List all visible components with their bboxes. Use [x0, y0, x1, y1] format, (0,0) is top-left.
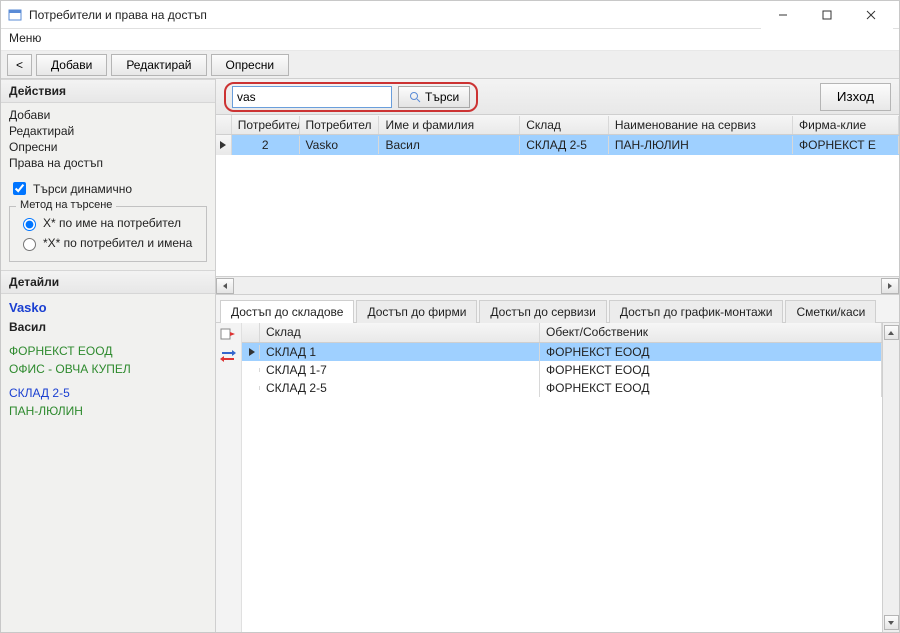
action-rights[interactable]: Права на достъп: [9, 155, 207, 171]
horizontal-scrollbar[interactable]: [216, 276, 899, 294]
detail-office: ОФИС - ОВЧА КУПЕЛ: [9, 360, 207, 378]
row-pointer-icon: [216, 135, 232, 155]
tab-schedule[interactable]: Достъп до график-монтажи: [609, 300, 784, 323]
wh-row-selector-header: [242, 323, 260, 342]
app-icon: [7, 7, 23, 23]
warehouse-grid: Склад Обект/Собственик СКЛАД 1ФОРНЕКСТ Е…: [242, 323, 882, 632]
col-fullname[interactable]: Име и фамилия: [379, 116, 520, 134]
action-edit[interactable]: Редактирай: [9, 123, 207, 139]
close-button[interactable]: [849, 1, 893, 29]
search-highlight: Търси: [224, 82, 478, 112]
detail-toolbar: [216, 323, 242, 632]
menu-item[interactable]: Меню: [9, 31, 41, 45]
table-row[interactable]: СКЛАД 1ФОРНЕКСТ ЕООД: [242, 343, 882, 361]
wh-col-warehouse[interactable]: Склад: [260, 323, 540, 342]
vertical-scrollbar[interactable]: [882, 323, 899, 632]
window-title: Потребители и права на достъп: [29, 8, 761, 22]
action-refresh[interactable]: Опресни: [9, 139, 207, 155]
users-grid-header: Потребител № Потребител Име и фамилия Ск…: [216, 115, 899, 135]
tab-accounts[interactable]: Сметки/каси: [785, 300, 876, 323]
menubar: Меню: [1, 29, 899, 51]
detail-warehouse: СКЛАД 2-5: [9, 384, 207, 402]
wh-col-owner[interactable]: Обект/Собственик: [540, 323, 882, 342]
col-user-no[interactable]: Потребител №: [232, 116, 300, 134]
table-row[interactable]: СКЛАД 1-7ФОРНЕКСТ ЕООД: [242, 361, 882, 379]
exit-button[interactable]: Изход: [820, 83, 891, 111]
details-header: Детайли: [1, 270, 215, 294]
cell-firm: ФОРНЕКСТ Е: [793, 136, 899, 154]
radio-by-user-and-name[interactable]: *X* по потребител и имена: [18, 233, 198, 253]
row-pointer-icon: [242, 386, 260, 390]
actions-header: Действия: [1, 79, 215, 103]
warehouse-access-panel: Склад Обект/Собственик СКЛАД 1ФОРНЕКСТ Е…: [216, 323, 899, 632]
wh-cell-owner: ФОРНЕКСТ ЕООД: [540, 343, 882, 361]
scroll-right-icon[interactable]: [881, 278, 899, 294]
radio-by-username-input[interactable]: [23, 218, 36, 231]
cell-user: Vasko: [300, 136, 380, 154]
dynamic-search-label: Търси динамично: [33, 182, 132, 196]
edit-button[interactable]: Редактирай: [111, 54, 206, 76]
radio-by-user-and-name-label: *X* по потребител и имена: [43, 236, 192, 250]
tab-services[interactable]: Достъп до сервизи: [479, 300, 606, 323]
cell-warehouse: СКЛАД 2-5: [520, 136, 609, 154]
row-pointer-icon: [242, 368, 260, 372]
add-button[interactable]: Добави: [36, 54, 107, 76]
search-button[interactable]: Търси: [398, 86, 470, 108]
wh-cell-owner: ФОРНЕКСТ ЕООД: [540, 361, 882, 379]
wh-cell-warehouse: СКЛАД 2-5: [260, 379, 540, 397]
titlebar: Потребители и права на достъп: [1, 1, 899, 29]
cell-fullname: Васил: [379, 136, 520, 154]
search-button-label: Търси: [425, 90, 459, 104]
col-warehouse[interactable]: Склад: [520, 116, 609, 134]
scroll-up-icon[interactable]: [884, 325, 899, 340]
warehouse-grid-body[interactable]: СКЛАД 1ФОРНЕКСТ ЕООДСКЛАД 1-7ФОРНЕКСТ ЕО…: [242, 343, 882, 632]
col-firm[interactable]: Фирма-клие: [793, 116, 899, 134]
detail-fullname: Васил: [9, 318, 207, 336]
export-icon[interactable]: [220, 327, 238, 343]
action-add[interactable]: Добави: [9, 107, 207, 123]
wh-cell-owner: ФОРНЕКСТ ЕООД: [540, 379, 882, 397]
details-panel: Vasko Васил ФОРНЕКСТ ЕООД ОФИС - ОВЧА КУ…: [1, 294, 215, 424]
detail-tabs: Достъп до складове Достъп до фирми Достъ…: [216, 295, 899, 323]
cell-user-no: 2: [232, 136, 300, 154]
tab-warehouses[interactable]: Достъп до складове: [220, 300, 354, 323]
col-user[interactable]: Потребител: [300, 116, 380, 134]
table-row[interactable]: 2 Vasko Васил СКЛАД 2-5 ПАН-ЛЮЛИН ФОРНЕК…: [216, 135, 899, 155]
minimize-button[interactable]: [761, 1, 805, 29]
search-method-group: Метод на търсене X* по име на потребител…: [9, 206, 207, 262]
refresh-button[interactable]: Опресни: [211, 54, 290, 76]
swap-icon[interactable]: [220, 349, 238, 365]
main-area: Търси Изход Потребител № Потребител Име …: [216, 79, 899, 632]
wh-cell-warehouse: СКЛАД 1: [260, 343, 540, 361]
scroll-down-icon[interactable]: [884, 615, 899, 630]
users-grid: Потребител № Потребител Име и фамилия Ск…: [216, 115, 899, 295]
radio-by-username[interactable]: X* по име на потребител: [18, 213, 198, 233]
radio-by-user-and-name-input[interactable]: [23, 238, 36, 251]
detail-service: ПАН-ЛЮЛИН: [9, 402, 207, 420]
dynamic-search-checkbox[interactable]: Търси динамично: [1, 175, 215, 202]
dynamic-search-input[interactable]: [13, 182, 26, 195]
radio-by-username-label: X* по име на потребител: [43, 216, 181, 230]
back-button[interactable]: <: [7, 54, 32, 76]
col-service[interactable]: Наименование на сервиз: [609, 116, 793, 134]
tab-firms[interactable]: Достъп до фирми: [356, 300, 477, 323]
row-selector-header: [216, 115, 232, 134]
search-input[interactable]: [232, 86, 392, 108]
scroll-left-icon[interactable]: [216, 278, 234, 294]
warehouse-grid-header: Склад Обект/Собственик: [242, 323, 882, 343]
searchbar: Търси Изход: [216, 79, 899, 115]
search-method-legend: Метод на търсене: [16, 199, 116, 211]
users-grid-body[interactable]: 2 Vasko Васил СКЛАД 2-5 ПАН-ЛЮЛИН ФОРНЕК…: [216, 135, 899, 276]
top-toolbar: < Добави Редактирай Опресни: [1, 51, 899, 79]
maximize-button[interactable]: [805, 1, 849, 29]
detail-firm: ФОРНЕКСТ ЕООД: [9, 342, 207, 360]
table-row[interactable]: СКЛАД 2-5ФОРНЕКСТ ЕООД: [242, 379, 882, 397]
row-pointer-icon: [242, 345, 260, 359]
detail-username: Vasko: [9, 298, 207, 318]
sidebar: Действия Добави Редактирай Опресни Права…: [1, 79, 216, 632]
search-icon: [409, 91, 421, 103]
cell-service: ПАН-ЛЮЛИН: [609, 136, 793, 154]
wh-cell-warehouse: СКЛАД 1-7: [260, 361, 540, 379]
